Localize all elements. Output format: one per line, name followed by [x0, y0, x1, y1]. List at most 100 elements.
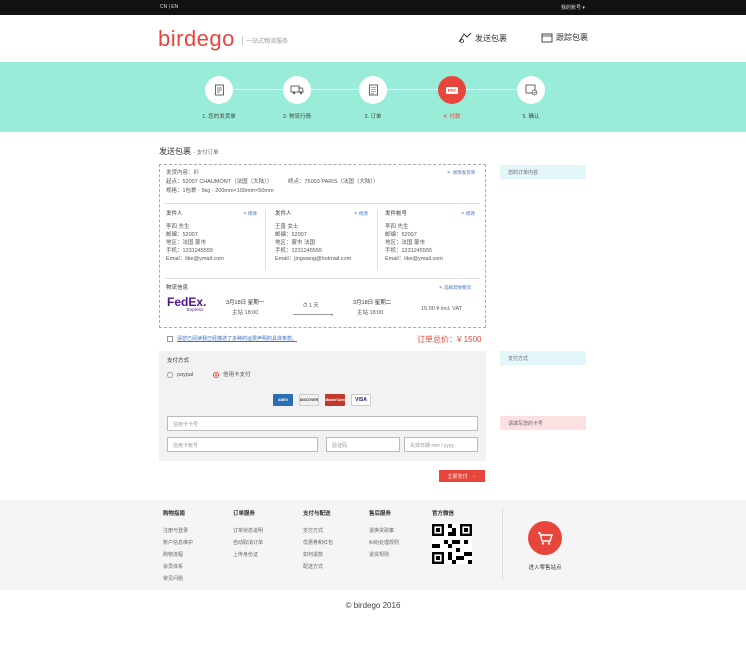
- change-logistics-label: 选择其他物流: [444, 285, 472, 290]
- receiver-line: 地区：蒙市 法国: [275, 240, 316, 246]
- footer-link[interactable]: 常见问题: [163, 573, 193, 585]
- footer-col-title: 支付与配送: [303, 511, 331, 517]
- footer-link[interactable]: 优惠券和红包: [303, 537, 333, 549]
- step-4-label: 4. 付款: [443, 114, 461, 120]
- step-1-label: 1. 您的发货单: [202, 114, 236, 120]
- receiver-details: 王晋 女士 邮编：52007 地区：蒙市 法国 手机：1231245555 Em…: [275, 223, 351, 263]
- pay-now-label: 立即支付: [447, 473, 468, 480]
- footer-col-title: 订单服务: [233, 511, 256, 517]
- store-button[interactable]: [528, 521, 562, 555]
- step-4-icon: PAY: [438, 76, 466, 104]
- arrive-date: 3月18日 星期二: [353, 300, 392, 306]
- footer-link[interactable]: 购物流程: [163, 549, 193, 561]
- footer-col-wechat: 官方微信: [432, 509, 454, 525]
- card-holder-input[interactable]: 信用卡帐号: [167, 437, 318, 452]
- agree-row[interactable]: 请您已阅读我已经描述了多种的运费声明的具体条款。: [167, 335, 297, 342]
- side-card-hint: 请填写您的卡号: [500, 416, 586, 430]
- footer-link[interactable]: 注册与登录: [163, 525, 193, 537]
- step-2-icon: [283, 76, 311, 104]
- step-3-icon: [359, 76, 387, 104]
- top-bar: CN | EN 我的账号 ▾: [0, 0, 746, 15]
- cart-icon: [538, 532, 553, 545]
- nav-track-package[interactable]: 跟踪包裹: [541, 32, 588, 43]
- language-switch[interactable]: CN | EN: [160, 4, 178, 10]
- route-arrow: [293, 314, 333, 315]
- amex-logo: AMEX: [273, 394, 293, 406]
- card-number-input[interactable]: 信用卡卡号: [167, 416, 478, 431]
- change-logistics-link[interactable]: ✎ 选择其他物流: [439, 285, 471, 291]
- payment-title: 支付方式: [167, 358, 190, 364]
- sender-details: 李四 先生 邮编：52007 地区：法国 蒙市 手机：1231245555 Em…: [166, 223, 224, 263]
- edit-sender-link[interactable]: ✎ 修改: [243, 211, 257, 217]
- visa-logo: VISA: [351, 394, 371, 406]
- sender-title: 发件人: [166, 211, 183, 217]
- paypal-option[interactable]: paypal: [167, 371, 193, 379]
- footer-link[interactable]: 会员体系: [163, 561, 193, 573]
- expiry-input[interactable]: 失效日期 mm / yyyy: [404, 437, 478, 452]
- cvv-input[interactable]: 验证码: [326, 437, 400, 452]
- edit-receiver-label: 修改: [359, 211, 369, 216]
- logo[interactable]: birdego: [158, 26, 235, 52]
- receiver-line: 手机：1231245555: [275, 248, 323, 254]
- duration: ⏱ 1 天: [303, 302, 319, 310]
- store-label[interactable]: 进入零售站点: [520, 563, 570, 571]
- edit-bill-label: 修改: [466, 211, 476, 216]
- order-content-line: 发货内容：衫: [166, 170, 200, 176]
- footer-link[interactable]: 退换货政策: [369, 525, 399, 537]
- sender-line: Email：like@ymail.com: [166, 256, 224, 262]
- footer-link[interactable]: 退货规则: [369, 549, 399, 561]
- nav-send-label: 发送包裹: [475, 33, 507, 43]
- card-radio[interactable]: [213, 372, 219, 378]
- box-icon: [541, 33, 553, 43]
- pay-now-button[interactable]: 立即支付 →: [439, 470, 485, 482]
- copyright: © birdego 2016: [345, 601, 401, 610]
- sender-line: 地区：法国 蒙市: [166, 240, 207, 246]
- paypal-radio[interactable]: [167, 372, 173, 378]
- column-divider: [377, 210, 378, 270]
- fedex-logo: FedEx. Express: [167, 296, 206, 313]
- confirm-icon: [525, 84, 537, 96]
- step-3-label: 3. 订单: [364, 114, 382, 120]
- footer-link[interactable]: 纠纷处理规则: [369, 537, 399, 549]
- footer-link[interactable]: 上传身份证: [233, 549, 263, 561]
- page-subtitle: - 支付订单: [193, 150, 219, 156]
- account-menu[interactable]: 我的账号 ▾: [561, 4, 585, 11]
- nav-send-package[interactable]: 发送包裹: [458, 32, 507, 44]
- footer-link[interactable]: 订单状态说明: [233, 525, 263, 537]
- footer-link[interactable]: 配送方式: [303, 561, 333, 573]
- divider: [165, 278, 480, 279]
- shipping-price: 15.00 ¥ incl. VAT: [421, 306, 463, 312]
- send-icon: [458, 32, 472, 43]
- step-2-label: 2. 物流行情: [282, 114, 312, 120]
- agree-text[interactable]: 请您已阅读我已经描述了多种的运费声明的具体条款。: [177, 335, 297, 342]
- side-pay-method: 支付方式: [500, 351, 586, 365]
- package-spec-line: 规格：1包裹 · 5kg · 200mm×100mm×50mm: [166, 188, 274, 194]
- bill-line: 李四 先生: [385, 224, 409, 230]
- bill-details: 李四 先生 邮编：52007 地区：法国 蒙市 手机：1231245555 Em…: [385, 223, 443, 263]
- receiver-title: 发件人: [275, 211, 292, 217]
- footer-link[interactable]: 如何退款: [303, 549, 333, 561]
- arrive-time: 主站 18:00: [357, 310, 384, 316]
- agree-checkbox[interactable]: [167, 335, 173, 342]
- step-5-label: 5. 确认: [522, 114, 540, 120]
- edit-order-link[interactable]: ✎ 修改发货单: [447, 170, 475, 176]
- sender-line: 邮编：52007: [166, 232, 198, 238]
- receiver-line: Email：jingwang@hotmail.com: [275, 256, 352, 262]
- divider: [165, 203, 480, 204]
- bill-title: 发件帐号: [385, 211, 408, 217]
- bill-line: 地区：法国 蒙市: [385, 240, 426, 246]
- receiver-line: 邮编：52007: [275, 232, 307, 238]
- wechat-qr-code: [432, 524, 472, 564]
- edit-bill-link[interactable]: ✎ 修改: [461, 211, 475, 217]
- footer-link[interactable]: 支付方式: [303, 525, 333, 537]
- card-option[interactable]: 信用卡支付: [213, 371, 251, 379]
- to-line: 终点：75003 PARIS（法国（大陆））: [288, 179, 379, 185]
- edit-order-label: 修改发货单: [452, 170, 476, 175]
- radio-dot: [215, 374, 217, 376]
- receiver-line: 王晋 女士: [275, 224, 299, 230]
- edit-receiver-link[interactable]: ✎ 修改: [354, 211, 368, 217]
- side-order-content: 您的订单内容: [500, 165, 586, 179]
- footer-link[interactable]: 自动取消订单: [233, 537, 263, 549]
- footer-link[interactable]: 账户信息维护: [163, 537, 193, 549]
- footer-col-orders: 订单服务 订单状态说明 自动取消订单 上传身份证: [233, 509, 263, 561]
